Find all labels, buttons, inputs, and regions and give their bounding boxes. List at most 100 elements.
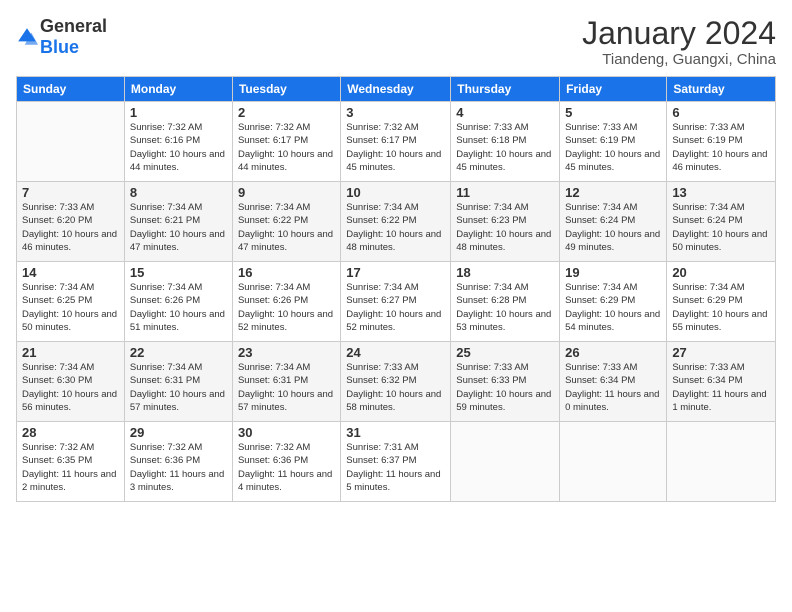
day-number: 13	[672, 185, 770, 200]
table-row: 24Sunrise: 7:33 AM Sunset: 6:32 PM Dayli…	[341, 342, 451, 422]
header-monday: Monday	[124, 77, 232, 102]
table-row: 12Sunrise: 7:34 AM Sunset: 6:24 PM Dayli…	[560, 182, 667, 262]
weekday-header-row: Sunday Monday Tuesday Wednesday Thursday…	[17, 77, 776, 102]
table-row: 2Sunrise: 7:32 AM Sunset: 6:17 PM Daylig…	[232, 102, 340, 182]
day-info: Sunrise: 7:33 AM Sunset: 6:33 PM Dayligh…	[456, 361, 554, 414]
table-row: 28Sunrise: 7:32 AM Sunset: 6:35 PM Dayli…	[17, 422, 125, 502]
table-row	[17, 102, 125, 182]
table-row: 21Sunrise: 7:34 AM Sunset: 6:30 PM Dayli…	[17, 342, 125, 422]
day-info: Sunrise: 7:32 AM Sunset: 6:16 PM Dayligh…	[130, 121, 227, 174]
table-row: 9Sunrise: 7:34 AM Sunset: 6:22 PM Daylig…	[232, 182, 340, 262]
day-info: Sunrise: 7:34 AM Sunset: 6:29 PM Dayligh…	[672, 281, 770, 334]
calendar-table: Sunday Monday Tuesday Wednesday Thursday…	[16, 76, 776, 502]
table-row: 20Sunrise: 7:34 AM Sunset: 6:29 PM Dayli…	[667, 262, 776, 342]
day-number: 8	[130, 185, 227, 200]
logo-general: General	[40, 16, 107, 36]
day-info: Sunrise: 7:34 AM Sunset: 6:31 PM Dayligh…	[238, 361, 335, 414]
table-row: 22Sunrise: 7:34 AM Sunset: 6:31 PM Dayli…	[124, 342, 232, 422]
day-number: 6	[672, 105, 770, 120]
day-number: 14	[22, 265, 119, 280]
day-number: 31	[346, 425, 445, 440]
table-row	[451, 422, 560, 502]
table-row: 13Sunrise: 7:34 AM Sunset: 6:24 PM Dayli…	[667, 182, 776, 262]
day-number: 18	[456, 265, 554, 280]
day-number: 19	[565, 265, 661, 280]
header-saturday: Saturday	[667, 77, 776, 102]
day-number: 20	[672, 265, 770, 280]
title-block: January 2024 Tiandeng, Guangxi, China	[582, 16, 776, 68]
table-row: 27Sunrise: 7:33 AM Sunset: 6:34 PM Dayli…	[667, 342, 776, 422]
day-number: 1	[130, 105, 227, 120]
day-info: Sunrise: 7:33 AM Sunset: 6:34 PM Dayligh…	[565, 361, 661, 414]
day-info: Sunrise: 7:34 AM Sunset: 6:25 PM Dayligh…	[22, 281, 119, 334]
header-wednesday: Wednesday	[341, 77, 451, 102]
day-number: 28	[22, 425, 119, 440]
table-row: 3Sunrise: 7:32 AM Sunset: 6:17 PM Daylig…	[341, 102, 451, 182]
table-row: 5Sunrise: 7:33 AM Sunset: 6:19 PM Daylig…	[560, 102, 667, 182]
day-number: 29	[130, 425, 227, 440]
day-info: Sunrise: 7:34 AM Sunset: 6:23 PM Dayligh…	[456, 201, 554, 254]
day-info: Sunrise: 7:34 AM Sunset: 6:22 PM Dayligh…	[346, 201, 445, 254]
day-info: Sunrise: 7:33 AM Sunset: 6:32 PM Dayligh…	[346, 361, 445, 414]
table-row: 14Sunrise: 7:34 AM Sunset: 6:25 PM Dayli…	[17, 262, 125, 342]
table-row: 19Sunrise: 7:34 AM Sunset: 6:29 PM Dayli…	[560, 262, 667, 342]
day-info: Sunrise: 7:32 AM Sunset: 6:36 PM Dayligh…	[130, 441, 227, 494]
day-number: 25	[456, 345, 554, 360]
calendar-week-row: 1Sunrise: 7:32 AM Sunset: 6:16 PM Daylig…	[17, 102, 776, 182]
day-info: Sunrise: 7:34 AM Sunset: 6:29 PM Dayligh…	[565, 281, 661, 334]
day-number: 4	[456, 105, 554, 120]
day-number: 30	[238, 425, 335, 440]
calendar-week-row: 28Sunrise: 7:32 AM Sunset: 6:35 PM Dayli…	[17, 422, 776, 502]
day-number: 24	[346, 345, 445, 360]
table-row: 11Sunrise: 7:34 AM Sunset: 6:23 PM Dayli…	[451, 182, 560, 262]
day-number: 15	[130, 265, 227, 280]
day-number: 3	[346, 105, 445, 120]
day-info: Sunrise: 7:32 AM Sunset: 6:35 PM Dayligh…	[22, 441, 119, 494]
day-info: Sunrise: 7:34 AM Sunset: 6:26 PM Dayligh…	[130, 281, 227, 334]
table-row: 15Sunrise: 7:34 AM Sunset: 6:26 PM Dayli…	[124, 262, 232, 342]
day-info: Sunrise: 7:32 AM Sunset: 6:17 PM Dayligh…	[346, 121, 445, 174]
day-info: Sunrise: 7:33 AM Sunset: 6:34 PM Dayligh…	[672, 361, 770, 414]
table-row: 16Sunrise: 7:34 AM Sunset: 6:26 PM Dayli…	[232, 262, 340, 342]
header-sunday: Sunday	[17, 77, 125, 102]
table-row: 10Sunrise: 7:34 AM Sunset: 6:22 PM Dayli…	[341, 182, 451, 262]
logo-blue: Blue	[40, 37, 79, 57]
table-row: 6Sunrise: 7:33 AM Sunset: 6:19 PM Daylig…	[667, 102, 776, 182]
calendar-title: January 2024	[582, 16, 776, 51]
table-row: 7Sunrise: 7:33 AM Sunset: 6:20 PM Daylig…	[17, 182, 125, 262]
table-row: 23Sunrise: 7:34 AM Sunset: 6:31 PM Dayli…	[232, 342, 340, 422]
day-number: 2	[238, 105, 335, 120]
calendar-subtitle: Tiandeng, Guangxi, China	[582, 51, 776, 68]
page-header: General Blue January 2024 Tiandeng, Guan…	[16, 16, 776, 68]
day-number: 16	[238, 265, 335, 280]
day-number: 11	[456, 185, 554, 200]
day-number: 5	[565, 105, 661, 120]
day-number: 22	[130, 345, 227, 360]
day-info: Sunrise: 7:33 AM Sunset: 6:18 PM Dayligh…	[456, 121, 554, 174]
day-number: 9	[238, 185, 335, 200]
logo: General Blue	[16, 16, 107, 58]
table-row: 26Sunrise: 7:33 AM Sunset: 6:34 PM Dayli…	[560, 342, 667, 422]
day-info: Sunrise: 7:33 AM Sunset: 6:19 PM Dayligh…	[672, 121, 770, 174]
table-row	[667, 422, 776, 502]
day-info: Sunrise: 7:34 AM Sunset: 6:22 PM Dayligh…	[238, 201, 335, 254]
table-row: 8Sunrise: 7:34 AM Sunset: 6:21 PM Daylig…	[124, 182, 232, 262]
day-info: Sunrise: 7:34 AM Sunset: 6:24 PM Dayligh…	[672, 201, 770, 254]
day-number: 10	[346, 185, 445, 200]
table-row: 18Sunrise: 7:34 AM Sunset: 6:28 PM Dayli…	[451, 262, 560, 342]
table-row: 4Sunrise: 7:33 AM Sunset: 6:18 PM Daylig…	[451, 102, 560, 182]
calendar-week-row: 21Sunrise: 7:34 AM Sunset: 6:30 PM Dayli…	[17, 342, 776, 422]
day-info: Sunrise: 7:34 AM Sunset: 6:27 PM Dayligh…	[346, 281, 445, 334]
header-tuesday: Tuesday	[232, 77, 340, 102]
day-info: Sunrise: 7:34 AM Sunset: 6:30 PM Dayligh…	[22, 361, 119, 414]
day-info: Sunrise: 7:34 AM Sunset: 6:26 PM Dayligh…	[238, 281, 335, 334]
day-number: 27	[672, 345, 770, 360]
table-row: 1Sunrise: 7:32 AM Sunset: 6:16 PM Daylig…	[124, 102, 232, 182]
calendar-week-row: 14Sunrise: 7:34 AM Sunset: 6:25 PM Dayli…	[17, 262, 776, 342]
header-thursday: Thursday	[451, 77, 560, 102]
day-number: 21	[22, 345, 119, 360]
table-row: 25Sunrise: 7:33 AM Sunset: 6:33 PM Dayli…	[451, 342, 560, 422]
table-row	[560, 422, 667, 502]
day-info: Sunrise: 7:34 AM Sunset: 6:21 PM Dayligh…	[130, 201, 227, 254]
table-row: 30Sunrise: 7:32 AM Sunset: 6:36 PM Dayli…	[232, 422, 340, 502]
